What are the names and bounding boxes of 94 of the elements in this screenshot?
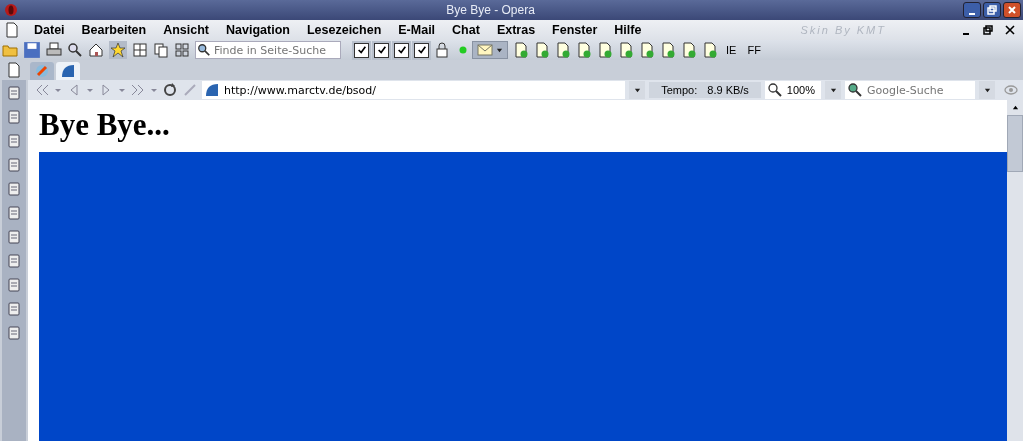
search-icon <box>196 43 212 57</box>
checkbox[interactable] <box>374 42 389 58</box>
menu-item[interactable]: Hilfe <box>614 23 642 37</box>
tiles-icon[interactable] <box>174 42 190 58</box>
menu-item[interactable]: Ansicht <box>163 23 210 37</box>
folder-icon[interactable] <box>2 42 18 58</box>
opera-logo-icon <box>4 3 18 17</box>
panel-icon[interactable] <box>6 133 22 149</box>
bookmark-page-icon[interactable] <box>618 42 634 58</box>
bookmark-page-icon[interactable] <box>534 42 550 58</box>
caret-icon <box>983 86 991 94</box>
zoom-icon <box>766 82 783 98</box>
status-dot-icon <box>459 46 467 54</box>
speed-label: Tempo: <box>661 84 698 96</box>
printer-icon[interactable] <box>46 42 62 58</box>
checkbox[interactable] <box>414 42 429 58</box>
caret-icon[interactable] <box>54 86 62 94</box>
grid-icon[interactable] <box>132 42 148 58</box>
search-icon[interactable] <box>67 42 83 58</box>
panel-icon[interactable] <box>6 325 22 341</box>
close-icon <box>1007 5 1017 15</box>
site-icon <box>60 63 76 79</box>
page-heading: Bye Bye... <box>39 110 171 140</box>
search-field[interactable]: Google-Suche <box>863 81 975 99</box>
speed-value: 8.9 KB/s <box>707 84 749 96</box>
panel-icon[interactable] <box>6 277 22 293</box>
menu-item[interactable]: Navigation <box>226 23 290 37</box>
fast-forward-icon[interactable] <box>130 82 146 98</box>
minimize-icon <box>969 13 975 15</box>
zoom-field[interactable]: 100% <box>764 81 821 99</box>
panel-icon[interactable] <box>6 301 22 317</box>
checkmark-icon <box>356 45 367 55</box>
document-icon[interactable] <box>4 22 20 38</box>
caret-icon <box>829 86 837 94</box>
dropdown-button[interactable] <box>979 81 995 99</box>
caret-icon <box>633 86 641 94</box>
scroll-up-icon[interactable] <box>1011 104 1019 111</box>
minimize-button[interactable] <box>963 2 981 18</box>
window-title: Bye Bye - Opera <box>445 3 536 17</box>
caret-icon[interactable] <box>118 86 126 94</box>
menu-item[interactable]: Chat <box>452 23 480 37</box>
menu-item[interactable]: Datei <box>34 23 65 37</box>
panel-icon[interactable] <box>6 253 22 269</box>
bookmark-page-icon[interactable] <box>639 42 655 58</box>
menu-item[interactable]: Bearbeiten <box>81 23 147 37</box>
toolbar-button[interactable]: FF <box>744 44 764 56</box>
restore-button[interactable] <box>983 2 1001 18</box>
dropdown-button[interactable] <box>629 81 646 99</box>
panel-icon[interactable] <box>6 157 22 173</box>
document-icon[interactable] <box>6 62 22 78</box>
home-icon[interactable] <box>88 42 104 58</box>
address-field[interactable]: http://www.marctv.de/bsod/ <box>220 81 626 99</box>
copy-icon[interactable] <box>153 42 169 58</box>
bookmark-page-icon[interactable] <box>597 42 613 58</box>
bookmark-page-icon[interactable] <box>702 42 718 58</box>
site-icon <box>34 63 50 79</box>
reload-icon[interactable] <box>162 82 178 98</box>
menu-item[interactable]: Extras <box>496 23 536 37</box>
tab[interactable] <box>56 62 80 80</box>
star-icon[interactable] <box>109 41 127 59</box>
checkbox[interactable] <box>394 42 409 58</box>
caret-icon[interactable] <box>86 86 94 94</box>
toolbar-button[interactable]: IE <box>723 44 740 56</box>
panel-icon[interactable] <box>6 229 22 245</box>
checkmark-icon <box>376 45 387 55</box>
close-icon <box>1005 25 1015 35</box>
bookmark-page-icon[interactable] <box>576 42 592 58</box>
minimize-icon <box>963 33 969 35</box>
envelope-icon <box>477 44 493 56</box>
mail-button[interactable] <box>472 41 508 59</box>
checkmark-icon <box>416 45 427 55</box>
menu-item[interactable]: Fenster <box>552 23 598 37</box>
scrollbar[interactable] <box>1007 100 1023 441</box>
bookmark-page-icon[interactable] <box>513 42 529 58</box>
rewind-icon[interactable] <box>34 82 50 98</box>
scrollbar-thumb[interactable] <box>1007 115 1023 172</box>
close-button[interactable] <box>1003 2 1021 18</box>
bookmark-page-icon[interactable] <box>555 42 571 58</box>
menu-item[interactable]: Lesezeichen <box>306 23 382 37</box>
checkbox[interactable] <box>354 42 369 58</box>
panel-icon[interactable] <box>6 109 22 125</box>
caret-icon[interactable] <box>150 86 158 94</box>
lock-icon[interactable] <box>434 42 450 58</box>
dropdown-button[interactable] <box>825 81 841 99</box>
bookmark-page-icon[interactable] <box>681 42 697 58</box>
caret-icon <box>496 46 503 54</box>
menu-item[interactable]: E-Mail <box>398 23 436 37</box>
find-field[interactable]: Finde in Seite-Suche <box>195 41 341 59</box>
panel-icon[interactable] <box>6 181 22 197</box>
bookmark-page-icon[interactable] <box>660 42 676 58</box>
eye-icon[interactable] <box>1003 82 1019 98</box>
panel-icon[interactable] <box>6 85 22 101</box>
checkmark-icon <box>396 45 407 55</box>
panel-icon[interactable] <box>6 205 22 221</box>
